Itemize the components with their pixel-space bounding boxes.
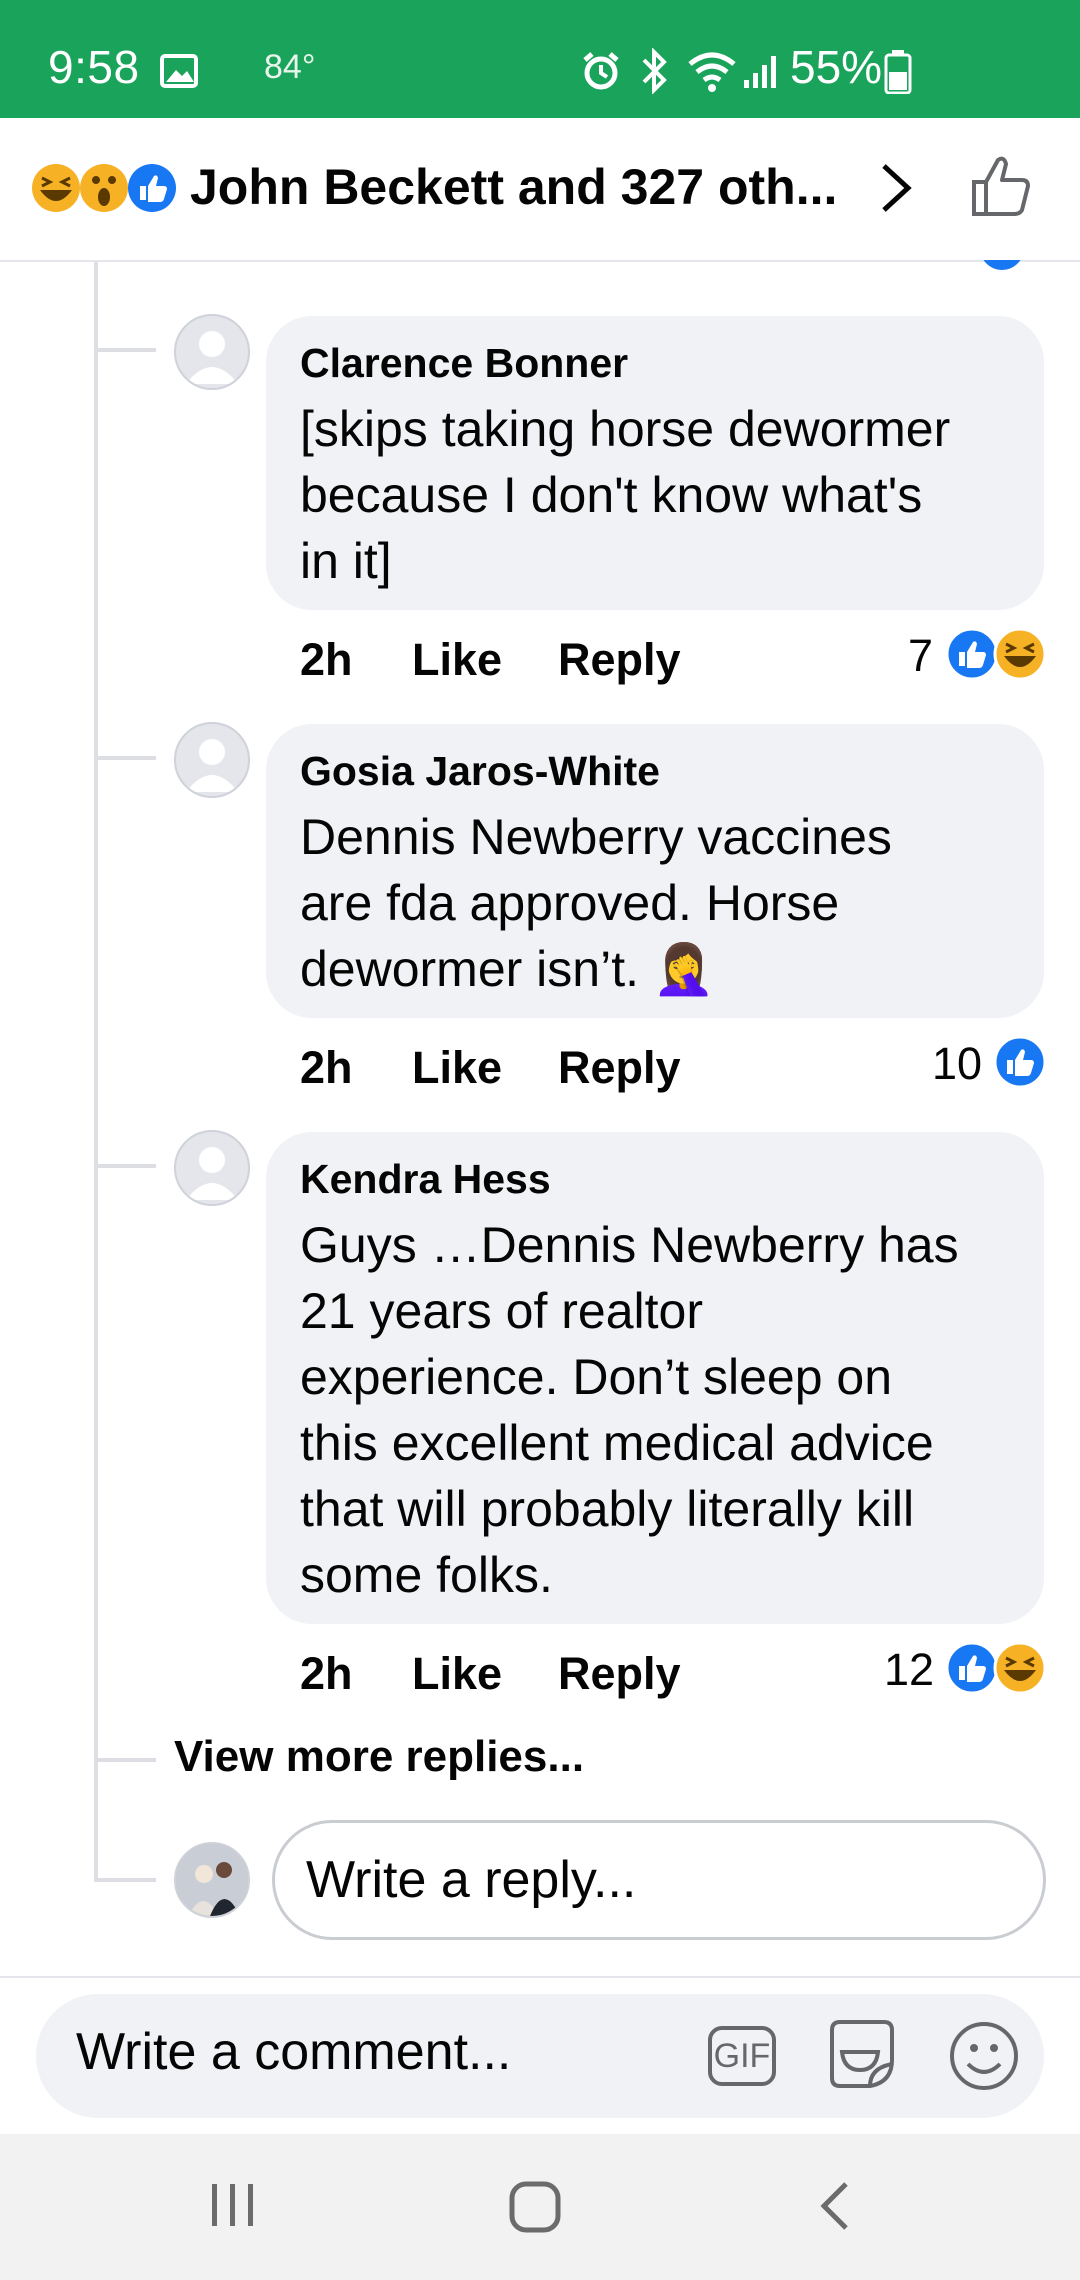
comment-text: [skips taking horse dewormer because I d… [300,401,951,589]
default-avatar-icon [186,1147,238,1200]
avatar[interactable] [174,1130,250,1206]
comment-author[interactable]: Clarence Bonner [300,340,628,387]
like-button[interactable]: Like [412,1648,502,1700]
home-icon[interactable] [508,2180,564,2236]
chevron-right-icon[interactable] [876,160,916,216]
comment-author[interactable]: Kendra Hess [300,1156,551,1203]
thread-branch [94,1878,156,1882]
like-reaction-icon [128,164,176,212]
comment-author[interactable]: Gosia Jaros-White [300,748,660,795]
comment-placeholder: Write a comment... [76,2023,512,2081]
status-time: 9:58 [48,41,140,93]
wifi-icon [688,52,736,92]
reply-button[interactable]: Reply [558,1648,681,1700]
reactions-summary-title[interactable]: John Beckett and 327 oth... [190,158,837,216]
comment-time: 2h [300,1042,353,1093]
thread-line [94,262,98,1882]
reply-button[interactable]: Reply [558,634,681,686]
recent-apps-icon[interactable] [206,2180,258,2230]
avatar[interactable] [174,722,250,798]
emoji-icon[interactable] [946,2018,1022,2094]
reaction-icons[interactable] [994,1034,1050,1090]
signal-icon [744,56,776,88]
avatar[interactable] [174,314,250,390]
battery-percentage: 55% [790,41,883,93]
comment-text: Guys …Dennis Newberry has 21 years of re… [300,1217,959,1603]
haha-reaction-icon [993,1641,1046,1695]
like-reaction-icon [946,1641,999,1695]
like-reaction-icon [946,627,999,681]
reply-button[interactable]: Reply [558,1042,681,1094]
gif-label: GIF [713,2036,771,2075]
reaction-count[interactable]: 10 [932,1038,982,1090]
back-icon[interactable] [816,2180,856,2236]
alarm-icon [583,52,619,90]
view-more-replies-link[interactable]: View more replies... [174,1732,584,1782]
like-reaction-icon [994,1035,1047,1089]
header-reactions[interactable] [30,162,180,214]
default-avatar-icon [186,331,238,384]
haha-reaction-icon [993,627,1046,681]
comment-time: 2h [300,1648,353,1699]
battery-icon [884,50,912,94]
comment-text: Dennis Newberry vaccines are fda approve… [300,809,892,997]
status-temperature: 84° [264,48,316,86]
sticker-icon[interactable] [822,2016,902,2096]
like-button[interactable]: Like [412,634,502,686]
thread-branch [94,756,156,760]
current-user-avatar[interactable] [174,1842,250,1918]
surprised-emoji-icon [80,164,128,212]
thread-branch [94,348,156,352]
comment-time: 2h [300,634,353,685]
thread-branch [94,1164,156,1168]
previous-reaction-remnant [980,260,1040,270]
reaction-count[interactable]: 12 [884,1644,934,1696]
like-button[interactable]: Like [412,1042,502,1094]
user-photo-icon [176,1844,248,1916]
gallery-icon [160,54,198,88]
gif-button[interactable]: GIF [708,2026,776,2086]
thread-branch [94,1758,156,1762]
laughing-emoji-icon [32,164,80,212]
like-thumb-icon[interactable] [968,154,1034,220]
default-avatar-icon [186,739,238,792]
reaction-icons[interactable] [946,1640,1046,1696]
reaction-icons[interactable] [946,626,1046,682]
reply-placeholder: Write a reply... [306,1851,637,1909]
bluetooth-icon [642,48,667,94]
reaction-count[interactable]: 7 [908,630,933,682]
